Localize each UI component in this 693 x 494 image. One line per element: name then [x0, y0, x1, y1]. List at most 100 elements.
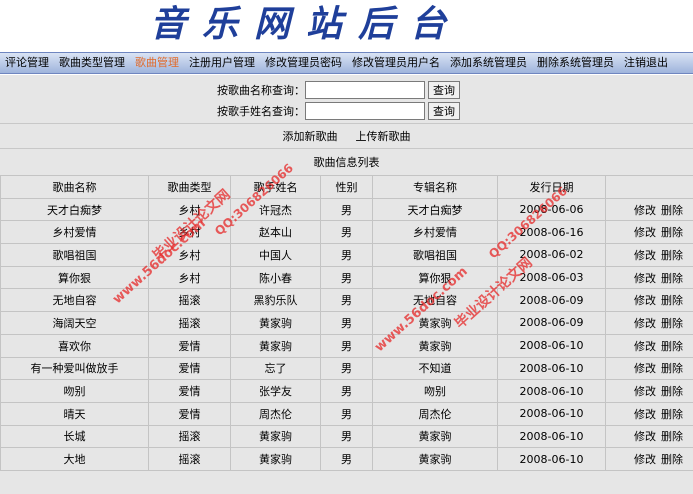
list-title-bar: 歌曲信息列表 [0, 148, 693, 175]
table-cell: 吻别 [372, 379, 498, 403]
column-header: 歌手姓名 [230, 175, 321, 199]
table-cell: 周杰伦 [230, 401, 321, 426]
nav-item[interactable]: 评论管理 [0, 53, 54, 73]
edit-link[interactable]: 修改 [634, 272, 656, 285]
table-cell: 摇滚 [148, 424, 231, 449]
delete-link[interactable]: 删除 [661, 226, 683, 239]
nav-item[interactable]: 添加系统管理员 [445, 53, 532, 73]
main-panel: 按歌曲名称查询： 查询 按歌手姓名查询： 查询 添加新歌曲 上传新歌曲 歌曲信息… [0, 75, 693, 494]
table-cell: 歌唱祖国 [372, 243, 498, 267]
nav-item[interactable]: 修改管理员用户名 [347, 53, 445, 73]
edit-link[interactable]: 修改 [634, 204, 656, 217]
table-cell: 2008-06-10 [497, 379, 606, 403]
search-song-input[interactable] [305, 81, 425, 99]
table-cell: 陈小春 [230, 265, 321, 290]
table-cell: 忘了 [230, 356, 321, 381]
table-cell: 男 [320, 243, 373, 267]
song-table: 歌曲名称 歌曲类型 歌手姓名 性别 专辑名称 发行日期 天才白痴梦 乡村 许冠杰男天才白痴梦 2… [0, 175, 693, 471]
search-by-song-label: 按歌曲名称查询： [217, 84, 305, 97]
table-cell: 黄家驹 [372, 311, 498, 335]
table-cell: 黄家驹 [230, 424, 321, 449]
delete-link[interactable]: 删除 [661, 408, 683, 421]
row-actions: 修改 删除 [605, 197, 693, 222]
table-cell: 摇滚 [148, 311, 231, 335]
table-cell: 天才白痴梦 [0, 197, 149, 222]
delete-link[interactable]: 删除 [661, 430, 683, 443]
table-cell: 中国人 [230, 243, 321, 267]
table-cell: 无地自容 [0, 288, 149, 313]
table-cell: 摇滚 [148, 288, 231, 313]
delete-link[interactable]: 删除 [661, 317, 683, 330]
table-cell: 吻别 [0, 379, 149, 403]
table-cell: 男 [320, 220, 373, 245]
delete-link[interactable]: 删除 [661, 249, 683, 262]
table-cell: 不知道 [372, 356, 498, 381]
nav-item[interactable]: 注销退出 [619, 53, 673, 73]
search-song-button[interactable]: 查询 [428, 81, 460, 99]
nav-item[interactable]: 歌曲类型管理 [54, 53, 130, 73]
table-cell: 2008-06-10 [497, 333, 606, 358]
column-header [605, 175, 693, 199]
nav-item[interactable]: 修改管理员密码 [260, 53, 347, 73]
table-cell: 2008-06-03 [497, 265, 606, 290]
delete-link[interactable]: 删除 [661, 385, 683, 398]
edit-link[interactable]: 修改 [634, 317, 656, 330]
delete-link[interactable]: 删除 [661, 294, 683, 307]
edit-link[interactable]: 修改 [634, 362, 656, 375]
column-header: 歌曲名称 [0, 175, 149, 199]
action-bar: 添加新歌曲 上传新歌曲 [0, 123, 693, 148]
row-actions: 修改 删除 [605, 356, 693, 381]
search-singer-input[interactable] [305, 102, 425, 120]
row-actions: 修改 删除 [605, 288, 693, 313]
edit-link[interactable]: 修改 [634, 249, 656, 262]
add-song-link[interactable]: 添加新歌曲 [283, 128, 338, 144]
table-cell: 长城 [0, 424, 149, 449]
table-cell: 天才白痴梦 [372, 197, 498, 222]
row-actions: 修改 删除 [605, 243, 693, 267]
nav-item[interactable]: 歌曲管理 [130, 53, 184, 73]
table-cell: 男 [320, 288, 373, 313]
table-cell: 周杰伦 [372, 401, 498, 426]
search-by-singer-row: 按歌手姓名查询： 查询 [215, 101, 460, 121]
table-cell: 黑豹乐队 [230, 288, 321, 313]
table-cell: 赵本山 [230, 220, 321, 245]
delete-link[interactable]: 删除 [661, 204, 683, 217]
top-nav: 评论管理 歌曲类型管理 歌曲管理 注册用户管理 修改管理员密码 修改管理员用户名 添加系统管… [0, 52, 693, 74]
nav-item[interactable]: 注册用户管理 [184, 53, 260, 73]
edit-link[interactable]: 修改 [634, 294, 656, 307]
delete-link[interactable]: 删除 [661, 453, 683, 466]
table-cell: 爱情 [148, 379, 231, 403]
delete-link[interactable]: 删除 [661, 362, 683, 375]
edit-link[interactable]: 修改 [634, 385, 656, 398]
table-cell: 2008-06-10 [497, 356, 606, 381]
edit-link[interactable]: 修改 [634, 453, 656, 466]
table-cell: 男 [320, 333, 373, 358]
table-cell: 乡村爱情 [0, 220, 149, 245]
edit-link[interactable]: 修改 [634, 226, 656, 239]
table-header-row: 歌曲名称 歌曲类型 歌手姓名 性别 专辑名称 发行日期 [0, 175, 693, 199]
table-cell: 男 [320, 311, 373, 335]
upload-song-link[interactable]: 上传新歌曲 [356, 128, 411, 144]
nav-item[interactable]: 删除系统管理员 [532, 53, 619, 73]
edit-link[interactable]: 修改 [634, 430, 656, 443]
table-row: 大地 摇滚 黄家驹男黄家驹 2008-06-10 修改 删除 [0, 447, 693, 471]
site-title: 音乐网站后台 [150, 3, 463, 45]
table-cell: 男 [320, 265, 373, 290]
table-cell: 男 [320, 356, 373, 381]
edit-link[interactable]: 修改 [634, 340, 656, 353]
search-singer-button[interactable]: 查询 [428, 102, 460, 120]
table-cell: 乡村 [148, 197, 231, 222]
row-actions: 修改 删除 [605, 447, 693, 471]
table-cell: 爱情 [148, 333, 231, 358]
table-cell: 爱情 [148, 356, 231, 381]
table-cell: 男 [320, 447, 373, 471]
table-cell: 乡村爱情 [372, 220, 498, 245]
table-cell: 2008-06-06 [497, 197, 606, 222]
table-cell: 有一种爱叫做放手 [0, 356, 149, 381]
row-actions: 修改 删除 [605, 333, 693, 358]
row-actions: 修改 删除 [605, 379, 693, 403]
delete-link[interactable]: 删除 [661, 340, 683, 353]
delete-link[interactable]: 删除 [661, 272, 683, 285]
edit-link[interactable]: 修改 [634, 408, 656, 421]
table-cell: 爱情 [148, 401, 231, 426]
